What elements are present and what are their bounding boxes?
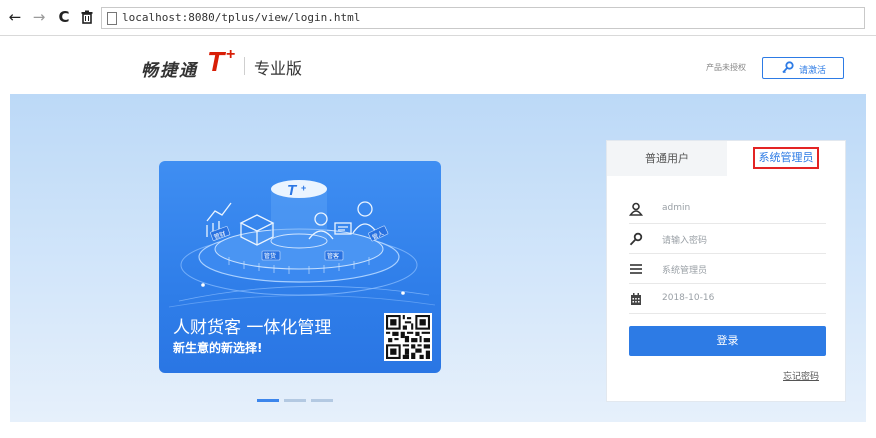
role-value: 系统管理员 bbox=[662, 266, 708, 276]
tab-system-admin-label: 系统管理员 bbox=[753, 147, 819, 169]
tab-normal-user[interactable]: 普通用户 bbox=[607, 141, 727, 176]
page: ← → C localhost:8080/tplus/view/login.ht… bbox=[0, 0, 876, 438]
password-placeholder: 请输入密码 bbox=[662, 236, 708, 246]
calendar-icon bbox=[631, 293, 641, 305]
browser-toolbar: ← → C localhost:8080/tplus/view/login.ht… bbox=[0, 0, 876, 36]
page-icon bbox=[107, 12, 117, 25]
date-value: 2018-10-16 bbox=[662, 293, 715, 303]
trash-icon[interactable] bbox=[78, 8, 96, 26]
auth-status: 产品未授权 bbox=[706, 63, 746, 72]
forward-icon[interactable]: → bbox=[30, 8, 48, 26]
carousel-dot-1[interactable] bbox=[257, 399, 279, 402]
tab-system-admin[interactable]: 系统管理员 bbox=[727, 141, 845, 177]
login-tabs: 普通用户 系统管理员 bbox=[607, 141, 845, 177]
role-field[interactable]: 系统管理员 bbox=[629, 254, 826, 284]
logo-text: 畅捷通 bbox=[141, 61, 198, 81]
carousel-dot-2[interactable] bbox=[284, 399, 306, 402]
site-header: 畅捷通 T + 专业版 产品未授权 请激活 bbox=[0, 36, 876, 94]
username-value: admin bbox=[662, 203, 691, 213]
logo-plus: + bbox=[226, 46, 236, 63]
user-icon bbox=[629, 202, 643, 216]
art-label-2: 管客 bbox=[327, 252, 339, 260]
logo-divider bbox=[244, 57, 245, 75]
key-icon bbox=[782, 61, 794, 74]
username-field[interactable]: admin bbox=[629, 194, 826, 224]
password-field[interactable]: 请输入密码 bbox=[629, 224, 826, 254]
login-panel: 普通用户 系统管理员 admin 请输入密码 系统管理员 2018-10-16 … bbox=[606, 140, 846, 402]
banner-card[interactable]: T + 管财 管货 管客 管人 人财货客 一体化管理 新生意的新选择! bbox=[159, 161, 441, 373]
edition-label: 专业版 bbox=[254, 59, 303, 78]
banner-illustration: T + 管财 管货 管客 管人 bbox=[168, 180, 436, 308]
qr-code bbox=[384, 313, 432, 361]
art-logo-plus: + bbox=[301, 183, 306, 193]
url-text: localhost:8080/tplus/view/login.html bbox=[122, 11, 361, 24]
list-icon bbox=[630, 264, 642, 274]
banner-title: 人财货客 一体化管理 bbox=[173, 318, 332, 338]
carousel-dot-3[interactable] bbox=[311, 399, 333, 402]
url-bar[interactable]: localhost:8080/tplus/view/login.html bbox=[101, 7, 865, 29]
art-label-1: 管货 bbox=[264, 252, 276, 260]
key-icon bbox=[629, 232, 643, 246]
reload-icon[interactable]: C bbox=[55, 8, 73, 26]
banner-subtitle: 新生意的新选择! bbox=[173, 341, 263, 355]
login-button[interactable]: 登录 bbox=[629, 326, 826, 356]
back-icon[interactable]: ← bbox=[6, 8, 24, 26]
date-field[interactable]: 2018-10-16 bbox=[629, 284, 826, 314]
activate-label: 请激活 bbox=[799, 66, 827, 76]
logo-t: T bbox=[207, 46, 225, 77]
forgot-password-link[interactable]: 忘记密码 bbox=[783, 369, 819, 382]
activate-button[interactable]: 请激活 bbox=[762, 57, 844, 79]
